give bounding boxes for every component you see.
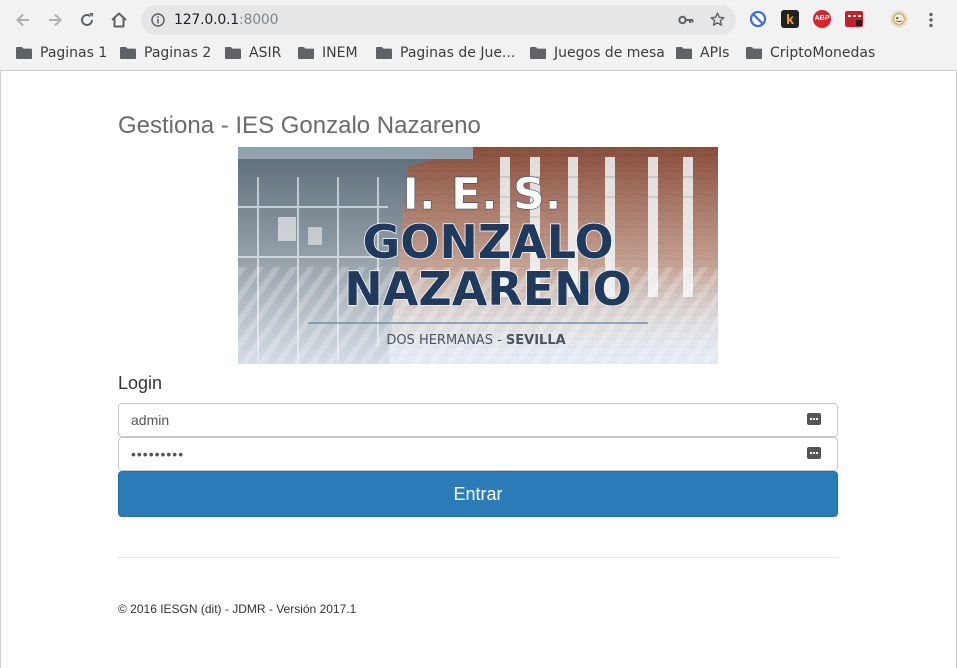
red-extension-icon[interactable] (845, 10, 863, 28)
back-arrow-icon (16, 13, 29, 27)
password-manager-icon[interactable] (807, 413, 821, 425)
entrar-button[interactable]: Entrar (118, 471, 838, 517)
bookmark-folder-juegos-de-mesa[interactable]: Juegos de mesa (530, 42, 665, 64)
bookmark-label: Paginas 2 (144, 45, 212, 61)
browser-menu-icon[interactable] (927, 12, 935, 28)
school-banner-image: I. E. S. GONZALO NAZARENO DOS HERMANAS -… (238, 147, 718, 364)
folder-icon (120, 47, 136, 59)
password-field[interactable] (118, 437, 838, 471)
banner-subtitle-province: SEVILLA (506, 333, 566, 348)
profile-avatar[interactable] (890, 10, 908, 28)
bookmark-label: ASIR (249, 45, 282, 61)
bookmark-label: CriptoMonedas (770, 45, 876, 61)
key-icon[interactable] (678, 13, 694, 27)
url-port: :8000 (239, 12, 279, 28)
bookmark-label: Paginas de Jue... (400, 45, 516, 61)
username-field[interactable] (118, 403, 838, 437)
bookmark-folder-paginas-2[interactable]: Paginas 2 (120, 42, 211, 64)
banner-subtitle-city: DOS HERMANAS - (386, 333, 506, 348)
home-icon (111, 12, 127, 28)
forward-arrow-icon (49, 13, 62, 27)
folder-icon (225, 47, 241, 59)
bookmark-folder-paginas-de-juegos[interactable]: Paginas de Jue... (376, 42, 515, 64)
info-icon[interactable] (151, 13, 165, 27)
username-input[interactable] (131, 404, 791, 436)
browser-toolbar: 127.0.0.1:8000 k ABP (0, 0, 957, 40)
reload-button[interactable] (75, 8, 99, 32)
url-text[interactable]: 127.0.0.1:8000 (174, 12, 279, 28)
k-extension-icon[interactable]: k (781, 10, 799, 28)
folder-icon (746, 47, 762, 59)
folder-icon (16, 47, 32, 59)
bookmarks-bar: Paginas 1 Paginas 2 ASIR INEM Paginas de… (0, 40, 957, 71)
footer-text: © 2016 IESGN (dit) - JDMR - Versión 2017… (118, 602, 357, 616)
reload-icon (81, 13, 93, 26)
bookmark-folder-paginas-1[interactable]: Paginas 1 (16, 42, 107, 64)
folder-icon (376, 47, 392, 59)
password-input[interactable] (131, 438, 791, 470)
address-bar[interactable]: 127.0.0.1:8000 (141, 5, 736, 35)
banner-line2: GONZALO (362, 215, 613, 269)
bookmark-star-icon[interactable] (709, 11, 726, 28)
password-manager-icon[interactable] (807, 447, 821, 459)
home-button[interactable] (107, 8, 131, 32)
url-host: 127.0.0.1 (174, 12, 239, 28)
bookmark-folder-inem[interactable]: INEM (298, 42, 358, 64)
divider (118, 557, 838, 558)
bookmark-label: Paginas 1 (40, 45, 108, 61)
bookmark-folder-apis[interactable]: APIs (676, 42, 729, 64)
banner-subtitle: DOS HERMANAS - SEVILLA (386, 333, 565, 348)
forward-button[interactable] (43, 8, 67, 32)
page-content: Gestiona - IES Gonzalo Nazareno I. E. S.… (0, 71, 957, 668)
folder-icon (530, 47, 546, 59)
bookmark-folder-asir[interactable]: ASIR (225, 42, 281, 64)
adblock-icon[interactable]: ABP (813, 10, 831, 28)
page-title: Gestiona - IES Gonzalo Nazareno (118, 112, 481, 139)
bookmark-label: APIs (700, 45, 730, 61)
banner-line1: I. E. S. (403, 169, 562, 220)
folder-icon (298, 47, 314, 59)
bookmark-label: INEM (322, 45, 358, 61)
back-button[interactable] (11, 8, 35, 32)
login-heading: Login (118, 373, 163, 393)
bookmark-label: Juegos de mesa (554, 45, 665, 61)
block-icon[interactable] (749, 10, 767, 28)
banner-line3: NAZARENO (344, 262, 632, 316)
bookmark-folder-criptomonedas[interactable]: CriptoMonedas (746, 42, 875, 64)
folder-icon (676, 47, 692, 59)
